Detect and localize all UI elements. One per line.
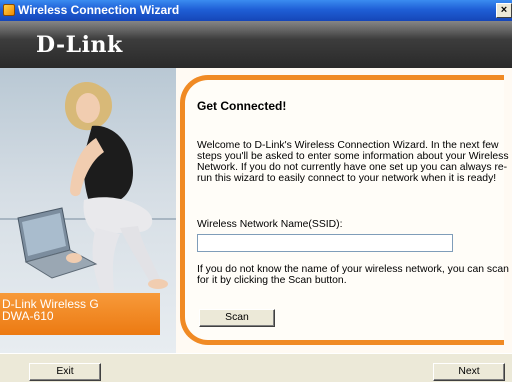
dlink-logo: D-Link: [36, 32, 123, 58]
window-title: Wireless Connection Wizard: [18, 3, 180, 17]
welcome-text: Welcome to D-Link's Wireless Connection …: [197, 140, 509, 184]
scan-button[interactable]: Scan: [199, 309, 275, 327]
exit-button[interactable]: Exit: [29, 363, 101, 381]
page-title: Get Connected!: [197, 99, 287, 113]
brand-header: D-Link: [0, 21, 512, 68]
product-label: D-Link Wireless G DWA-610: [0, 293, 160, 335]
next-button[interactable]: Next: [433, 363, 505, 381]
product-model: DWA-610: [2, 309, 54, 323]
ssid-label: Wireless Network Name(SSID):: [197, 219, 343, 230]
app-icon: [3, 4, 15, 16]
close-button[interactable]: ×: [496, 3, 512, 18]
title-bar: Wireless Connection Wizard ×: [0, 0, 512, 21]
scan-hint-text: If you do not know the name of your wire…: [197, 264, 509, 286]
content-panel: [180, 75, 504, 345]
ssid-input[interactable]: [197, 234, 453, 252]
